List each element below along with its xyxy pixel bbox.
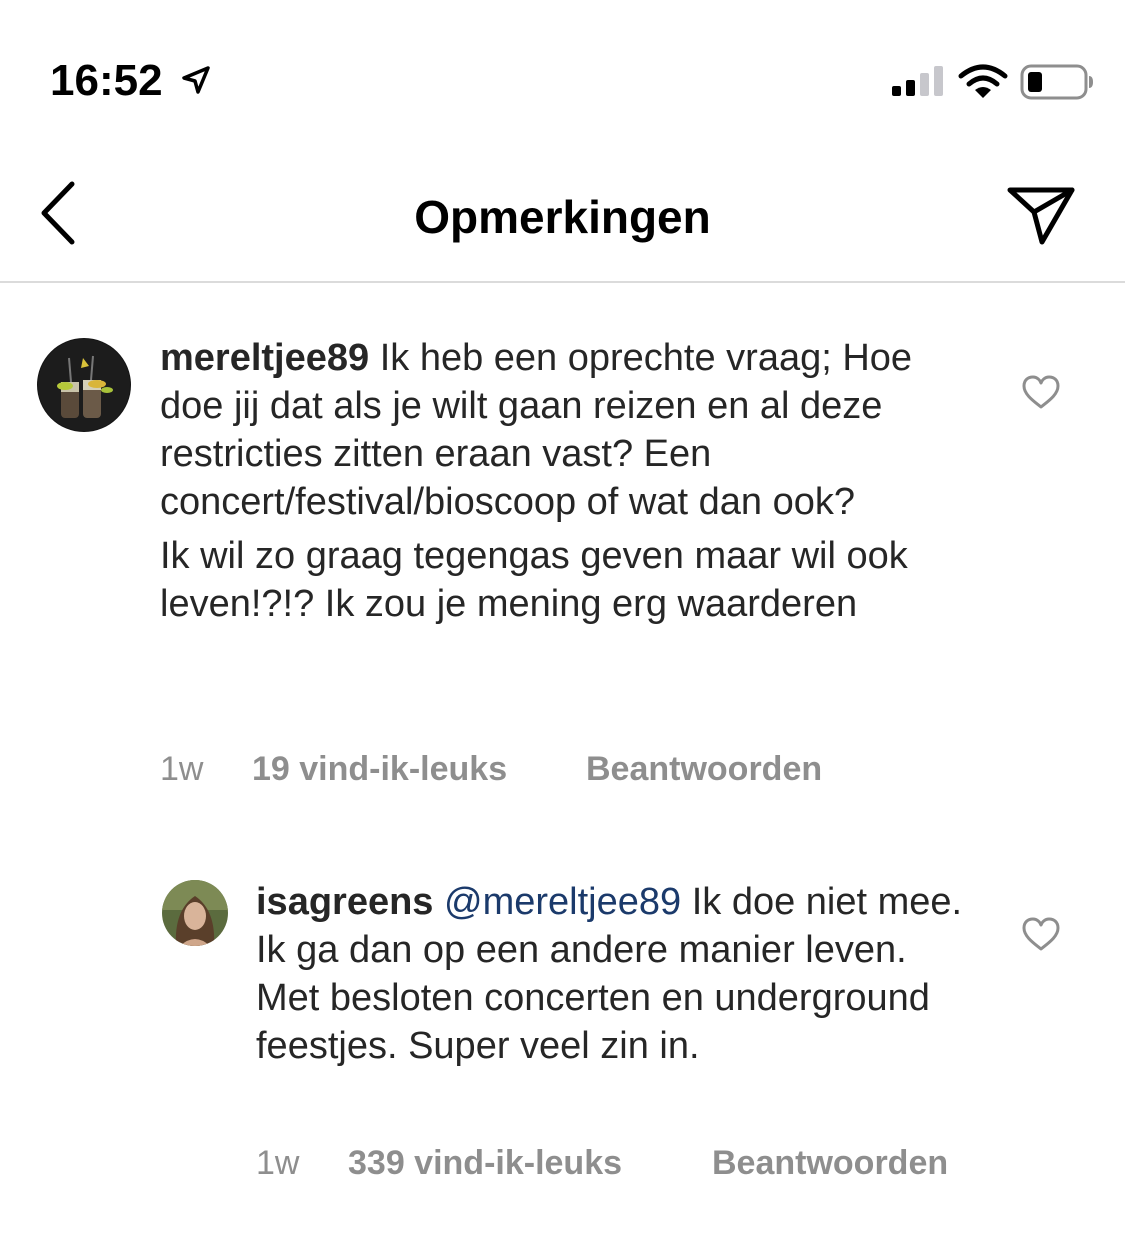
battery-icon: [1020, 64, 1093, 100]
page-title: Opmerkingen: [414, 191, 711, 243]
comment-item: mereltjee89 Ik heb een oprechte vraag; H…: [0, 284, 1125, 824]
reply-button[interactable]: Beantwoorden: [586, 750, 822, 789]
likes-count[interactable]: 19 vind-ik-leuks: [252, 750, 507, 789]
comment-username[interactable]: mereltjee89: [160, 337, 369, 379]
wifi-icon: [958, 64, 1008, 98]
comment-body: isagreens @mereltjee89 Ik doe niet mee. …: [256, 878, 976, 1070]
status-time: 16:52: [50, 56, 163, 105]
header: Opmerkingen: [0, 150, 1125, 283]
comment-text-line-2: Ik wil zo graag tegengas geven maar wil …: [160, 535, 908, 625]
heart-icon[interactable]: [1021, 916, 1061, 952]
signal-icon: [892, 66, 943, 96]
avatar-image: [37, 338, 131, 432]
reply-button[interactable]: Beantwoorden: [712, 1144, 948, 1183]
comment-time: 1w: [256, 1144, 300, 1182]
paper-plane-icon[interactable]: [1004, 182, 1078, 248]
comment-item: isagreens @mereltjee89 Ik doe niet mee. …: [0, 860, 1125, 1220]
heart-icon[interactable]: [1021, 374, 1061, 410]
likes-count[interactable]: 339 vind-ik-leuks: [348, 1144, 622, 1183]
comment-meta: 1w 19 vind-ik-leuks Beantwoorden: [160, 750, 980, 794]
comment-username[interactable]: isagreens: [256, 881, 433, 923]
status-bar: 16:52: [0, 0, 1125, 150]
location-arrow-icon: [182, 66, 210, 94]
avatar-image: [162, 880, 228, 946]
avatar[interactable]: [162, 880, 228, 946]
mention-link[interactable]: @mereltjee89: [444, 881, 681, 923]
avatar[interactable]: [37, 338, 131, 432]
comment-body: mereltjee89 Ik heb een oprechte vraag; H…: [160, 334, 980, 628]
comment-meta: 1w 339 vind-ik-leuks Beantwoorden: [256, 1144, 1076, 1188]
screen: 16:52 Opmerkingen mereltjee89 Ik heb een…: [0, 0, 1125, 1245]
comment-time: 1w: [160, 750, 204, 788]
